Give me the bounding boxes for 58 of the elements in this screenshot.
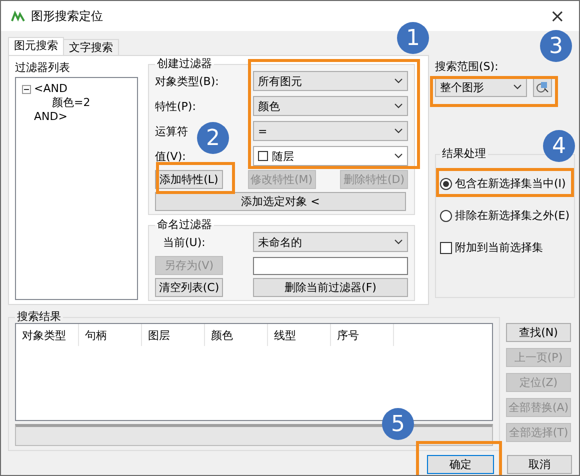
checkbox-option[interactable]: 附加到当前选择集 xyxy=(440,240,570,255)
step-number: 1 xyxy=(397,22,429,54)
filter-list-label: 过滤器列表 xyxy=(15,60,71,75)
field-label: 当前(U): xyxy=(163,234,206,250)
chevron-icon xyxy=(394,78,403,84)
step-number: 4 xyxy=(543,130,575,162)
tree-item[interactable]: AND> xyxy=(34,110,68,124)
radio-icon[interactable] xyxy=(440,210,452,222)
property-button[interactable]: 添加特性(L) xyxy=(155,170,223,189)
tab[interactable]: 图元搜索 xyxy=(8,37,64,55)
add-selected-button[interactable]: 添加选定对象 < xyxy=(155,192,406,211)
dropdown[interactable]: 整个图形 xyxy=(435,77,527,97)
pointer-icon xyxy=(536,80,549,94)
dropdown[interactable]: = xyxy=(253,121,408,141)
result-button[interactable]: 查找(N) xyxy=(506,323,571,342)
column-header[interactable]: 对象类型 xyxy=(16,324,79,346)
chevron-icon xyxy=(394,239,403,245)
name-input-field[interactable] xyxy=(253,256,408,274)
column-header[interactable]: 序号 xyxy=(331,324,394,346)
close-button[interactable]: × xyxy=(550,6,569,26)
column-header[interactable]: 颜色 xyxy=(205,324,268,346)
chevron-icon xyxy=(394,153,403,159)
tree-item[interactable]: 颜色=2 xyxy=(52,96,131,110)
delete-filter-button[interactable]: 删除当前过滤器(F) xyxy=(253,278,408,297)
clear-list-button[interactable]: 清空列表(C) xyxy=(155,278,223,297)
column-header[interactable]: 线型 xyxy=(268,324,331,346)
dialog-button[interactable]: 取消 xyxy=(507,455,572,474)
field-label: 对象类型(B): xyxy=(155,74,219,88)
window-title: 图形搜索定位 xyxy=(31,8,104,24)
scope-label: 搜索范围(S): xyxy=(435,59,500,74)
field-label: 值(V): xyxy=(155,148,186,164)
group-title: 搜索结果 xyxy=(16,311,62,323)
dropdown[interactable]: 颜色 xyxy=(253,96,408,116)
field-label: 特性(P): xyxy=(155,98,196,114)
group-title: 创建过滤器 xyxy=(156,58,213,70)
dropdown[interactable]: 随层 xyxy=(253,146,408,166)
chevron-icon xyxy=(394,128,403,134)
radio-option[interactable]: 排除在新选择集之外(E) xyxy=(440,208,570,223)
group-title: 结果处理 xyxy=(441,148,487,160)
chevron-icon xyxy=(513,84,522,90)
app-icon xyxy=(11,10,25,22)
checkbox-icon[interactable] xyxy=(440,242,452,254)
group-title: 命名过滤器 xyxy=(156,219,213,231)
radio-option[interactable]: 包含在新选择集当中(I) xyxy=(440,176,570,191)
radio-icon[interactable] xyxy=(440,178,452,190)
dialog-button[interactable]: 确定 xyxy=(427,455,494,474)
tab[interactable]: 文字搜索 xyxy=(63,39,119,55)
column-header[interactable]: 图层 xyxy=(142,324,205,346)
field-label: 运算符 xyxy=(155,124,188,138)
color-swatch-icon xyxy=(258,151,268,161)
dropdown[interactable]: 未命名的 xyxy=(253,232,408,252)
filter-tree[interactable]: <AND 颜色=2 AND> xyxy=(15,77,138,300)
dropdown[interactable]: 所有图元 xyxy=(253,71,408,91)
tree-item[interactable]: <AND xyxy=(34,82,68,96)
step-number: 3 xyxy=(540,30,572,62)
collapse-icon[interactable] xyxy=(22,84,31,94)
chevron-icon xyxy=(394,103,403,109)
column-header[interactable]: 句柄 xyxy=(79,324,142,346)
